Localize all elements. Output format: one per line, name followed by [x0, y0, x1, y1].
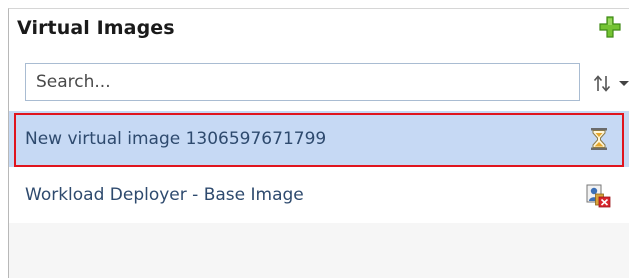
list-item-label: New virtual image 1306597671799	[25, 129, 327, 149]
chevron-down-icon	[619, 81, 629, 86]
sort-dropdown-button[interactable]	[592, 72, 632, 94]
search-input[interactable]	[25, 63, 580, 101]
panel-empty-area	[9, 222, 629, 278]
add-icon[interactable]	[598, 15, 622, 39]
locked-image-icon	[586, 184, 611, 208]
hourglass-icon	[591, 128, 607, 150]
list-item[interactable]: New virtual image 1306597671799	[9, 111, 629, 167]
sort-arrows-icon	[593, 75, 611, 92]
list-item[interactable]: Workload Deployer - Base Image	[9, 167, 629, 223]
list-item-label: Workload Deployer - Base Image	[25, 185, 304, 205]
panel-title: Virtual Images	[17, 17, 175, 39]
